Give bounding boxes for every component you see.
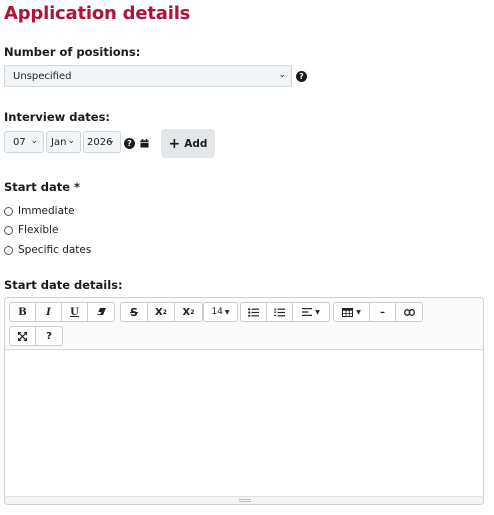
radio-button[interactable]: [4, 225, 13, 235]
list-ul-icon: [248, 307, 259, 317]
chevron-down-icon: ⌄: [67, 136, 75, 146]
font-size-value: 14: [211, 307, 223, 317]
font-size-dropdown[interactable]: 14 ▼: [204, 303, 237, 321]
horizontal-rule-button[interactable]: –: [370, 303, 396, 321]
style-group: B I U: [9, 302, 115, 322]
page-title: Application details: [4, 3, 191, 24]
strikethrough-icon: S: [130, 305, 138, 319]
align-dropdown[interactable]: ▼: [293, 303, 329, 321]
interview-day-value: 07: [13, 136, 26, 148]
caret-down-icon: ▼: [315, 308, 320, 316]
interview-month-select[interactable]: Jan ⌄: [46, 131, 81, 153]
font-size-group: 14 ▼: [203, 302, 238, 322]
bold-icon: B: [18, 306, 27, 318]
radio-button[interactable]: [4, 245, 13, 255]
add-button-label: Add: [184, 137, 208, 150]
eraser-button[interactable]: [88, 303, 114, 321]
editor-toolbar: B I U S X2 X2 14 ▼ ▼ ▼ – ?: [5, 298, 483, 350]
rich-text-editor[interactable]: B I U S X2 X2 14 ▼ ▼ ▼ – ?: [4, 297, 484, 505]
positions-label: Number of positions:: [4, 45, 141, 59]
positions-select-value: Unspecified: [13, 70, 72, 82]
underline-button[interactable]: U: [62, 303, 88, 321]
eraser-icon: [96, 308, 106, 315]
help-icon: ?: [46, 330, 52, 342]
unordered-list-button[interactable]: [241, 303, 267, 321]
strikethrough-button[interactable]: S: [121, 303, 148, 321]
caret-down-icon: ▼: [224, 308, 230, 316]
radio-label: Specific dates: [18, 244, 92, 256]
interview-month-value: Jan: [51, 136, 67, 148]
script-group: S X2 X2: [120, 302, 203, 322]
bold-button[interactable]: B: [10, 303, 36, 321]
start-date-option-specific[interactable]: Specific dates: [4, 244, 91, 256]
question-mark: ?: [299, 72, 304, 81]
interview-year-select[interactable]: 2026 ⌄: [83, 131, 121, 153]
ordered-list-button[interactable]: [267, 303, 293, 321]
editor-content-area[interactable]: [5, 351, 483, 496]
grip-icon: [239, 499, 251, 502]
caret-down-icon: ▼: [356, 308, 361, 316]
table-dropdown[interactable]: ▼: [334, 303, 370, 321]
superscript-mark: 2: [162, 308, 167, 316]
interview-dates-label: Interview dates:: [4, 110, 111, 124]
radio-label: Flexible: [18, 224, 59, 236]
expand-icon: [18, 331, 27, 341]
start-date-option-flexible[interactable]: Flexible: [4, 224, 58, 236]
radio-button[interactable]: [4, 206, 13, 216]
help-button[interactable]: ?: [36, 327, 62, 345]
editor-resize-handle[interactable]: [5, 496, 483, 504]
fullscreen-button[interactable]: [10, 327, 36, 345]
start-date-details-label: Start date details:: [4, 278, 123, 292]
insert-group: ▼ –: [333, 302, 423, 322]
interview-help-icon[interactable]: ?: [124, 138, 135, 149]
italic-button[interactable]: I: [36, 303, 62, 321]
align-left-icon: [302, 308, 313, 316]
paragraph-group: ▼: [240, 302, 330, 322]
horizontal-rule-icon: –: [380, 306, 385, 318]
chevron-down-icon: ⌄: [30, 136, 38, 146]
subscript-icon: X: [182, 306, 191, 318]
positions-help-icon[interactable]: ?: [296, 71, 307, 82]
superscript-icon: X: [155, 306, 163, 318]
question-mark: ?: [127, 139, 132, 148]
start-date-option-immediate[interactable]: Immediate: [4, 205, 75, 217]
misc-group: ?: [9, 326, 63, 346]
italic-icon: I: [46, 306, 51, 318]
superscript-button[interactable]: X2: [148, 303, 175, 321]
link-button[interactable]: [396, 303, 422, 321]
chevron-down-icon: ⌄: [278, 70, 286, 80]
positions-select[interactable]: Unspecified ⌄: [4, 65, 292, 87]
radio-label: Immediate: [18, 205, 75, 217]
plus-icon: +: [168, 135, 181, 152]
subscript-mark: 2: [190, 308, 195, 316]
add-interview-date-button[interactable]: + Add: [161, 129, 215, 158]
underline-icon: U: [70, 306, 79, 318]
start-date-label: Start date *: [4, 180, 81, 194]
calendar-icon[interactable]: [140, 139, 149, 148]
list-ol-icon: [274, 307, 285, 316]
subscript-button[interactable]: X2: [175, 303, 202, 321]
interview-day-select[interactable]: 07 ⌄: [4, 131, 44, 153]
chevron-down-icon: ⌄: [107, 136, 115, 146]
table-icon: [342, 307, 354, 317]
link-icon: [403, 308, 415, 316]
